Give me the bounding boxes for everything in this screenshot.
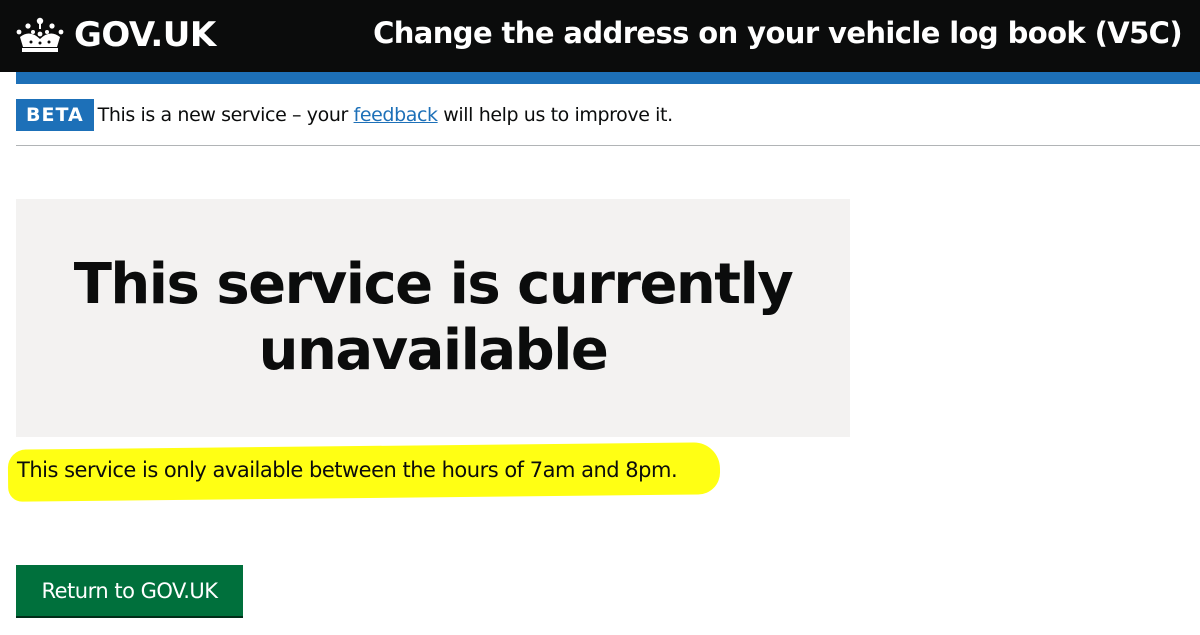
site-header: GOV.UK Change the address on your vehicl… <box>0 0 1200 72</box>
phase-banner: BETA This is a new service – your feedba… <box>16 99 673 131</box>
unavailable-panel: This service is currently unavailable <box>16 199 850 437</box>
phase-text-before: This is a new service – your <box>97 104 354 126</box>
header-accent-bar <box>16 72 1200 84</box>
logo-text: GOV.UK <box>74 15 216 55</box>
page-title: This service is currently unavailable <box>73 252 794 383</box>
govuk-logo-link[interactable]: GOV.UK <box>14 12 216 58</box>
phase-banner-text: This is a new service – your feedback wi… <box>98 104 673 126</box>
service-name[interactable]: Change the address on your vehicle log b… <box>373 16 1183 50</box>
phase-banner-divider <box>16 145 1200 146</box>
feedback-link[interactable]: feedback <box>354 104 438 126</box>
beta-tag: BETA <box>16 99 94 131</box>
availability-message: This service is only available between t… <box>17 458 678 482</box>
return-to-govuk-button[interactable]: Return to GOV.UK <box>16 565 243 616</box>
phase-text-after: will help us to improve it. <box>437 104 673 126</box>
crown-icon <box>14 15 66 55</box>
